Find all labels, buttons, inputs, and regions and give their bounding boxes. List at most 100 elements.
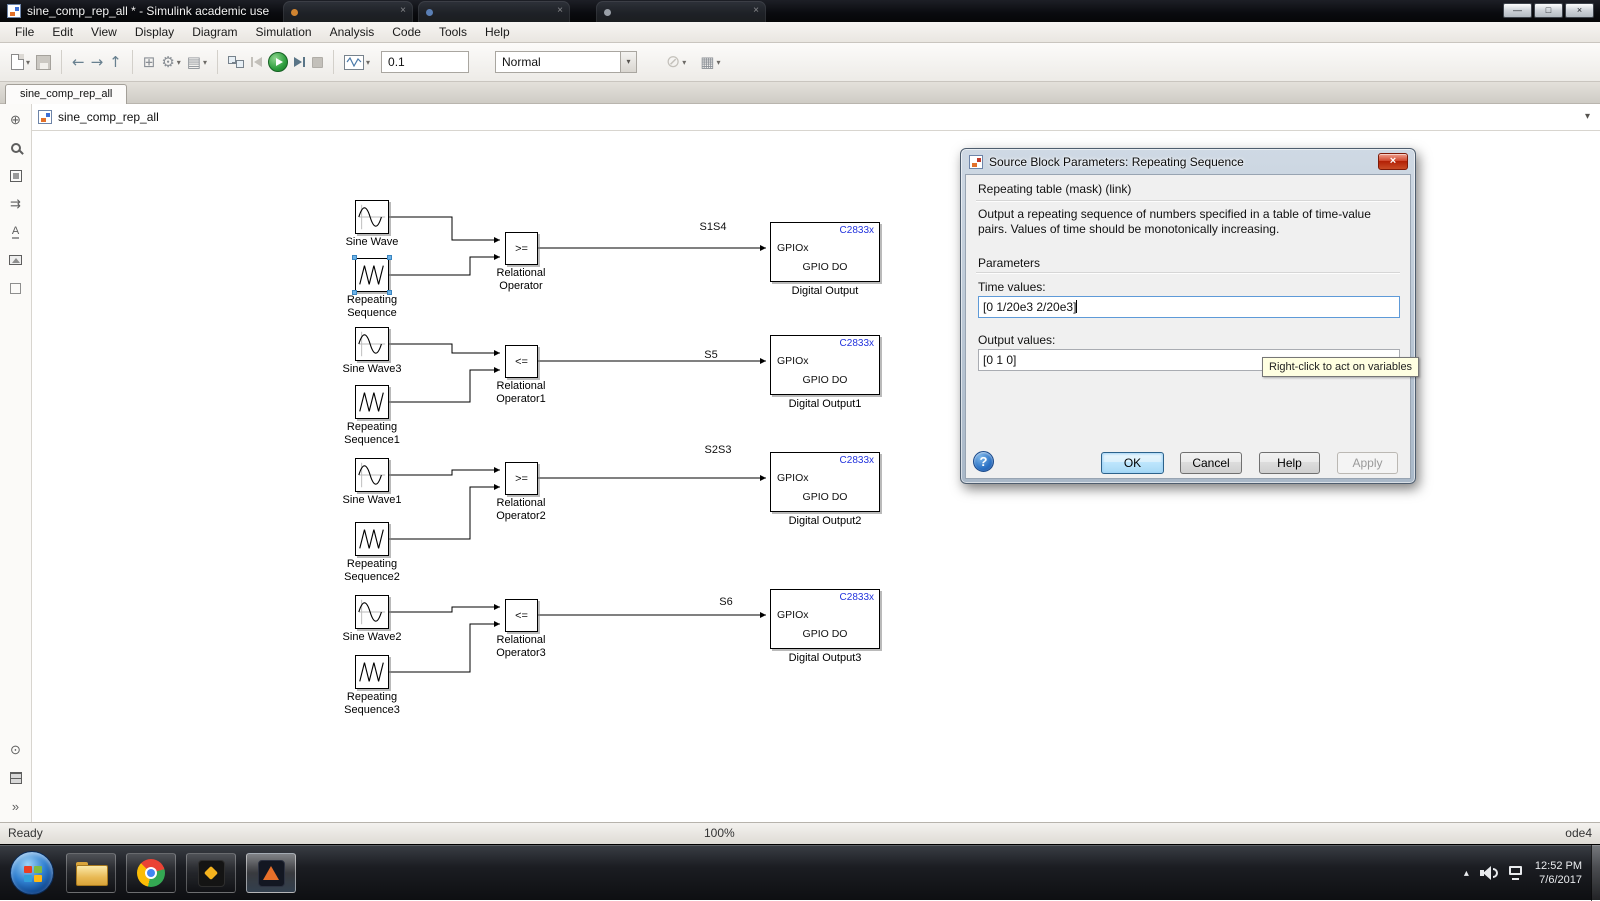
digital-output-block-1[interactable]: C2833x GPIOx GPIO DO — [770, 222, 880, 282]
step-forward-button[interactable] — [291, 49, 309, 75]
minimize-button[interactable]: — — [1503, 3, 1532, 18]
double-arrow-icon: ⇉ — [10, 196, 21, 211]
menu-file[interactable]: File — [6, 22, 43, 42]
model-tab[interactable]: sine_comp_rep_all — [5, 84, 128, 104]
breadcrumb[interactable]: sine_comp_rep_all — [58, 110, 159, 124]
dropdown-icon[interactable]: ▾ — [366, 58, 370, 67]
annotation-button[interactable]: A — [4, 220, 28, 244]
close-button[interactable]: × — [1565, 3, 1594, 18]
digital-output-block-2[interactable]: C2833x GPIOx GPIO DO — [770, 335, 880, 395]
maximize-button[interactable]: □ — [1534, 3, 1563, 18]
image-button[interactable] — [4, 248, 28, 272]
chevrons-icon: » — [11, 798, 20, 814]
show-desktop-button[interactable] — [1591, 845, 1600, 901]
shape-button[interactable] — [4, 276, 28, 300]
menu-view[interactable]: View — [82, 22, 126, 42]
menu-analysis[interactable]: Analysis — [321, 22, 384, 42]
viewmark-button[interactable]: ⊙ — [4, 738, 28, 762]
repeating-sequence-block-1[interactable] — [352, 255, 392, 295]
wire[interactable] — [389, 343, 500, 356]
taskbar-app-button[interactable] — [186, 853, 236, 893]
update-diagram-button[interactable]: ⊘ ▾ — [663, 49, 689, 75]
dropdown-icon[interactable]: ▾ — [716, 58, 720, 67]
signal-label[interactable]: S2S3 — [678, 444, 758, 456]
chevron-down-icon[interactable]: ▾ — [1585, 111, 1590, 122]
zoom-button[interactable] — [4, 136, 28, 160]
signal-routing-button[interactable]: ⇉ — [4, 192, 28, 216]
taskbar-explorer-button[interactable] — [66, 853, 116, 893]
time-values-input[interactable]: [0 1/20e3 2/20e3] — [978, 296, 1400, 318]
menu-tools[interactable]: Tools — [430, 22, 476, 42]
repeating-sequence-block-4[interactable] — [355, 655, 389, 689]
digital-output-block-3[interactable]: C2833x GPIOx GPIO DO — [770, 452, 880, 512]
library-browser-button[interactable]: ⊞ — [140, 49, 159, 75]
menu-code[interactable]: Code — [383, 22, 430, 42]
dropdown-icon[interactable]: ▾ — [203, 58, 207, 67]
stop-time-input[interactable]: 0.1 — [381, 51, 470, 73]
chevron-down-icon[interactable]: ▾ — [620, 52, 637, 72]
signal-label[interactable]: S6 — [686, 596, 766, 608]
relational-operator-block-2[interactable]: <= — [505, 345, 538, 378]
operator-symbol: >= — [515, 472, 528, 485]
network-icon[interactable] — [1508, 866, 1524, 880]
menu-help[interactable]: Help — [476, 22, 519, 42]
step-back-button[interactable] — [247, 49, 265, 75]
taskbar-matlab-button[interactable] — [246, 853, 296, 893]
help-button[interactable]: Help — [1259, 452, 1320, 474]
model-explorer-button[interactable]: ▤ ▾ — [184, 49, 210, 75]
dropdown-icon[interactable]: ▾ — [26, 58, 30, 67]
relational-operator-block-3[interactable]: >= — [505, 462, 538, 495]
breadcrumb-bar: sine_comp_rep_all ▾ — [32, 104, 1600, 131]
back-button[interactable]: ← — [69, 49, 88, 75]
fit-to-view-button[interactable] — [4, 164, 28, 188]
background-browser-tab: × — [283, 1, 413, 22]
tooltip: Right-click to act on variables — [1262, 357, 1420, 377]
relational-operator-block-1[interactable]: >= — [505, 232, 538, 265]
simulation-display-button[interactable]: ▾ — [341, 49, 373, 75]
menu-diagram[interactable]: Diagram — [183, 22, 246, 42]
maximize-icon: □ — [1545, 5, 1552, 15]
apply-button[interactable]: Apply — [1337, 452, 1398, 474]
ok-button[interactable]: OK — [1101, 452, 1164, 474]
dialog-close-button[interactable]: × — [1378, 153, 1408, 170]
window-titlebar[interactable]: sine_comp_rep_all * - Simulink academic … — [0, 0, 1600, 22]
signal-label[interactable]: S1S4 — [673, 221, 753, 233]
sine-wave-block-4[interactable] — [355, 595, 389, 629]
simulation-mode-select[interactable]: Normal ▾ — [495, 51, 638, 73]
sine-wave-block-1[interactable] — [355, 200, 389, 234]
forward-button[interactable]: → — [88, 49, 107, 75]
new-model-button[interactable]: ▾ — [8, 49, 33, 75]
stop-button[interactable] — [309, 49, 326, 75]
help-icon[interactable]: ? — [973, 451, 994, 472]
taskbar-clock[interactable]: 12:52 PM 7/6/2017 — [1535, 859, 1586, 887]
repeating-sequence-block-3[interactable] — [355, 522, 389, 556]
connect-to-target-button[interactable] — [225, 49, 247, 75]
dialog-titlebar[interactable]: Source Block Parameters: Repeating Seque… — [961, 149, 1415, 174]
sine-wave-block-3[interactable] — [355, 458, 389, 492]
signal-label[interactable]: S5 — [671, 349, 751, 361]
relational-operator-block-4[interactable]: <= — [505, 599, 538, 632]
taskbar-chrome-button[interactable] — [126, 853, 176, 893]
repeating-sequence-block-2[interactable] — [355, 385, 389, 419]
digital-output-block-4[interactable]: C2833x GPIOx GPIO DO — [770, 589, 880, 649]
save-button[interactable] — [33, 49, 54, 75]
wire[interactable] — [389, 604, 500, 613]
start-button[interactable] — [10, 851, 54, 895]
sample-time-button[interactable] — [4, 766, 28, 790]
volume-icon[interactable] — [1479, 866, 1498, 880]
menu-display[interactable]: Display — [126, 22, 183, 42]
model-configuration-button[interactable]: ⚙ ▾ — [158, 49, 183, 75]
dropdown-icon[interactable]: ▾ — [177, 58, 181, 67]
menu-simulation[interactable]: Simulation — [247, 22, 321, 42]
sine-wave-block-2[interactable] — [355, 327, 389, 361]
cancel-button[interactable]: Cancel — [1180, 452, 1242, 474]
dropdown-icon[interactable]: ▾ — [682, 58, 686, 67]
wire[interactable] — [389, 467, 500, 476]
build-model-button[interactable]: ▦ ▾ — [697, 49, 723, 75]
tray-show-hidden-icon[interactable]: ▴ — [1464, 868, 1469, 879]
expand-strip-button[interactable]: » — [4, 794, 28, 818]
explorer-toggle-button[interactable]: ⊕ — [4, 108, 28, 132]
menu-edit[interactable]: Edit — [43, 22, 82, 42]
run-button[interactable] — [265, 49, 291, 75]
up-to-parent-button[interactable]: ↑ — [106, 49, 125, 75]
